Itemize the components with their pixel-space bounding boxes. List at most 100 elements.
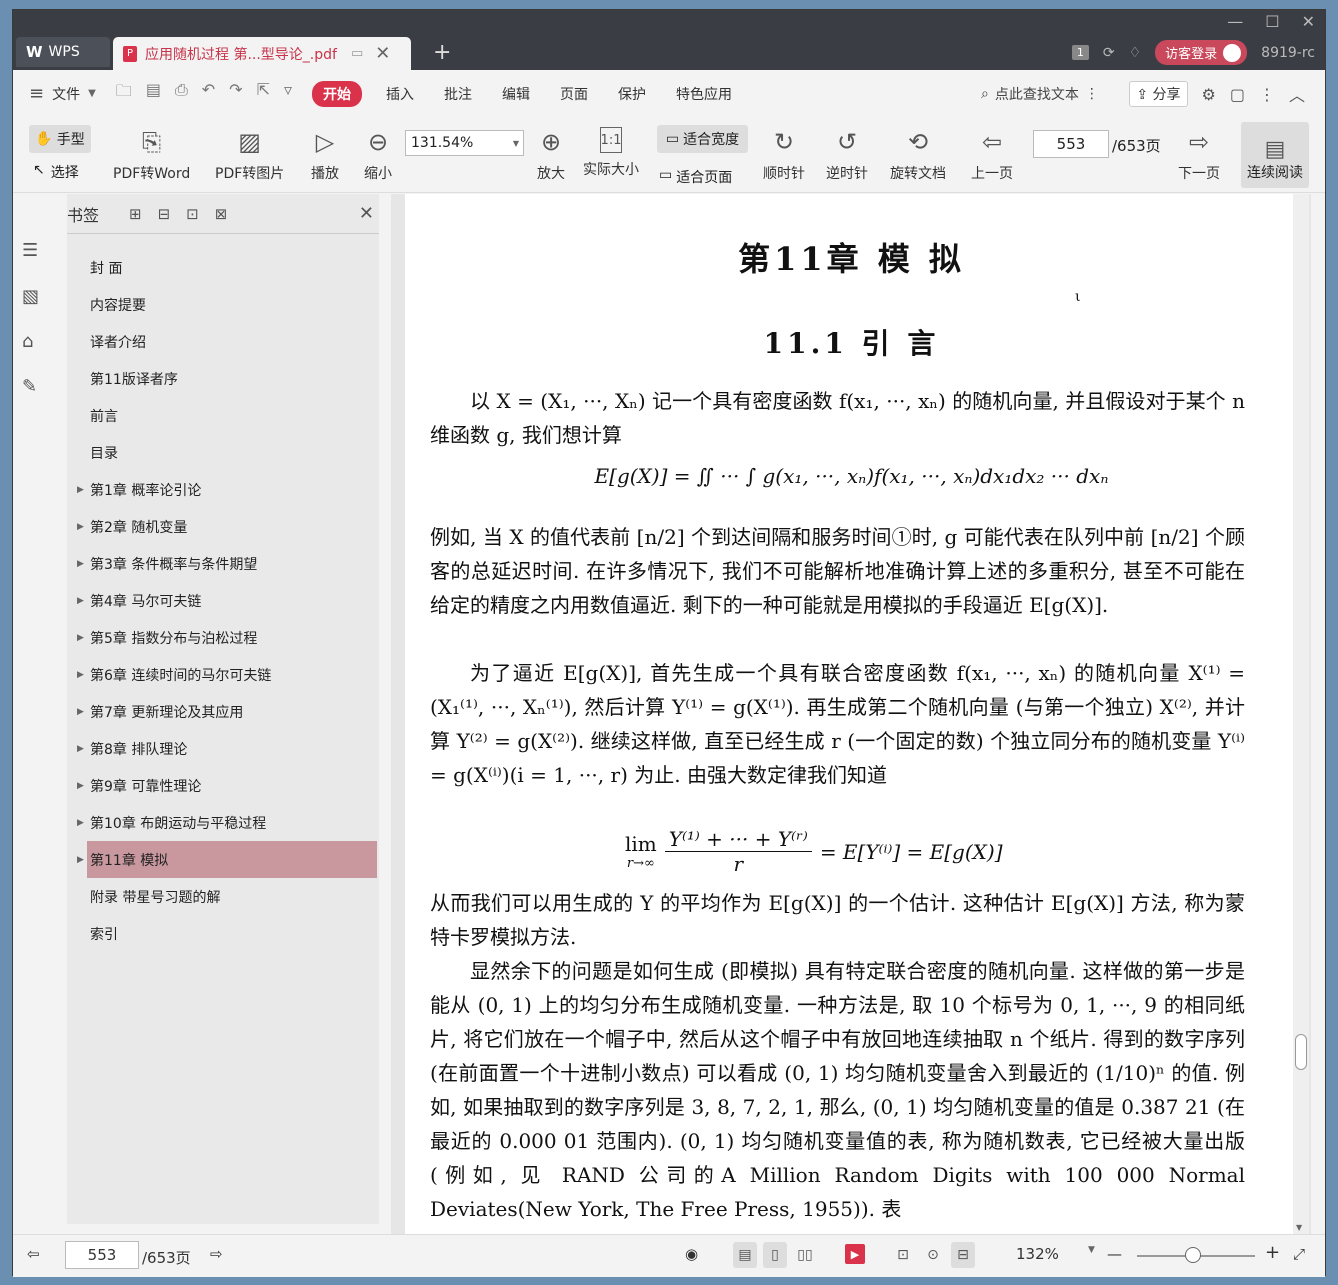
- fullscreen-icon[interactable]: ⤢: [1293, 1245, 1305, 1263]
- expand-arrow-icon[interactable]: ▶: [77, 596, 84, 606]
- more-menu-icon[interactable]: ⋮: [1259, 85, 1275, 104]
- thumbnail-image-icon[interactable]: ▧: [22, 286, 42, 307]
- bookmark-item[interactable]: 封 面: [87, 249, 377, 286]
- file-menu[interactable]: ≡ 文件 ▼: [29, 83, 96, 104]
- zoom-out-button[interactable]: ⊖ 缩小: [363, 127, 393, 183]
- bookmark-settings-icon[interactable]: ⊠: [215, 205, 228, 223]
- redo-icon[interactable]: ↷: [229, 80, 242, 107]
- tab-protect[interactable]: 保护: [618, 84, 646, 104]
- zoom-minus-icon[interactable]: —: [1107, 1245, 1122, 1263]
- zoom-slider-knob[interactable]: [1185, 1247, 1201, 1263]
- open-folder-icon[interactable]: 🗀: [116, 80, 132, 107]
- bookmark-item[interactable]: ▶ 第9章 可靠性理论: [77, 767, 377, 804]
- bookmark-item[interactable]: 内容提要: [87, 286, 377, 323]
- status-page-input[interactable]: 553: [65, 1241, 139, 1269]
- tab-edit[interactable]: 编辑: [502, 84, 530, 104]
- bookmark-item[interactable]: ▶ 第1章 概率论引论: [77, 471, 377, 508]
- document-tab[interactable]: P 应用随机过程 第...型导论_.pdf ▭ ✕: [113, 37, 411, 70]
- rotate-counterclockwise-button[interactable]: ↺ 逆时针: [826, 127, 868, 183]
- expand-arrow-icon[interactable]: ▶: [77, 818, 84, 828]
- expand-arrow-icon[interactable]: ▶: [77, 707, 84, 717]
- zoom-dropdown-icon[interactable]: ▼: [1088, 1245, 1095, 1255]
- expand-arrow-icon[interactable]: ▶: [77, 633, 84, 643]
- bookmark-item[interactable]: ▶ 第6章 连续时间的马尔可夫链: [77, 656, 377, 693]
- page-number-input[interactable]: 553: [1033, 130, 1109, 158]
- expand-arrow-icon[interactable]: ▶: [77, 855, 84, 865]
- window-count-badge[interactable]: 1: [1071, 45, 1089, 60]
- expand-arrow-icon[interactable]: ▶: [77, 485, 84, 495]
- share-button[interactable]: ⇪ 分享: [1129, 81, 1188, 107]
- expand-arrow-icon[interactable]: ▶: [77, 670, 84, 680]
- eye-protection-icon[interactable]: ◉: [685, 1245, 698, 1263]
- fit-page-status-icon[interactable]: ⊙: [921, 1242, 945, 1268]
- bookmark-item[interactable]: ▶ 第4章 马尔可夫链: [77, 582, 377, 619]
- print-icon[interactable]: ⎙: [175, 80, 188, 107]
- slideshow-play-icon[interactable]: ▶: [845, 1244, 865, 1264]
- close-panel-icon[interactable]: ✕: [359, 203, 374, 224]
- pin-tab-icon[interactable]: ▭: [351, 46, 363, 61]
- expand-arrow-icon[interactable]: ▶: [77, 559, 84, 569]
- tab-insert[interactable]: 插入: [386, 84, 414, 104]
- shirt-skin-icon[interactable]: ♢: [1129, 45, 1142, 61]
- add-tab-icon[interactable]: +: [433, 40, 451, 65]
- fit-page-button[interactable]: ▭ 适合页面: [659, 167, 732, 187]
- more-vertical-icon[interactable]: ⋮: [1085, 86, 1099, 102]
- bookmark-item[interactable]: ▶ 第10章 布朗运动与平稳过程: [77, 804, 377, 841]
- bookmark-item[interactable]: 前言: [87, 397, 377, 434]
- zoom-plus-icon[interactable]: +: [1265, 1242, 1280, 1263]
- tab-special-apps[interactable]: 特色应用: [676, 84, 732, 104]
- collapse-all-icon[interactable]: ⊟: [158, 205, 171, 223]
- next-page-button[interactable]: ⇨ 下一页: [1178, 127, 1220, 183]
- rotate-document-button[interactable]: ⟲ 旋转文档: [890, 127, 946, 183]
- select-tool-button[interactable]: ↖ 选择: [33, 162, 79, 182]
- pdf-to-word-button[interactable]: ⎘ PDF转Word: [113, 127, 190, 183]
- export-icon[interactable]: ⇱: [257, 80, 270, 107]
- comment-icon[interactable]: ▢: [1230, 85, 1245, 104]
- continuous-reading-button[interactable]: ▤ 连续阅读: [1241, 122, 1309, 188]
- scroll-down-arrow-icon[interactable]: ▼: [1296, 1223, 1302, 1232]
- expand-arrow-icon[interactable]: ▶: [77, 781, 84, 791]
- guest-login-button[interactable]: 访客登录: [1155, 40, 1248, 65]
- bookmark-item[interactable]: ▶ 第7章 更新理论及其应用: [77, 693, 377, 730]
- play-button[interactable]: ▷ 播放: [310, 127, 340, 183]
- expand-all-icon[interactable]: ⊞: [129, 205, 142, 223]
- sync-icon[interactable]: ⟳: [1103, 45, 1115, 61]
- fit-width-button[interactable]: ▭ 适合宽度: [657, 125, 748, 153]
- expand-arrow-icon[interactable]: ▶: [77, 522, 84, 532]
- hand-tool-button[interactable]: ✋ 手型: [29, 125, 91, 153]
- expand-arrow-icon[interactable]: ▶: [77, 744, 84, 754]
- zoom-percentage[interactable]: 132%: [1016, 1245, 1059, 1263]
- annotation-tag-icon[interactable]: ⌂: [22, 331, 42, 352]
- bookmark-item[interactable]: ▶ 第2章 随机变量: [77, 508, 377, 545]
- rotate-clockwise-button[interactable]: ↻ 顺时针: [763, 127, 805, 183]
- maximize-icon[interactable]: ☐: [1265, 12, 1279, 31]
- settings-gear-icon[interactable]: ⚙: [1202, 85, 1216, 104]
- prev-page-arrow-icon[interactable]: ⇦: [27, 1245, 40, 1263]
- next-page-arrow-icon[interactable]: ⇨: [210, 1245, 223, 1263]
- tab-annotate[interactable]: 批注: [444, 84, 472, 104]
- document-viewport[interactable]: 第11章 模 拟 ι 11.1 引 言 以 X = (X₁, ···, Xₙ) …: [391, 194, 1311, 1234]
- signature-icon[interactable]: ✎: [22, 376, 42, 397]
- minimize-icon[interactable]: —: [1227, 12, 1243, 31]
- undo-icon[interactable]: ↶: [202, 80, 215, 107]
- zoom-in-button[interactable]: ⊕ 放大: [536, 127, 566, 183]
- bookmark-item[interactable]: 附录 带星号习题的解: [87, 878, 377, 915]
- bookmark-item[interactable]: 目录: [87, 434, 377, 471]
- bookmark-item[interactable]: 第11版译者序: [87, 360, 377, 397]
- previous-page-button[interactable]: ⇦ 上一页: [971, 127, 1013, 183]
- bookmark-item[interactable]: 索引: [87, 915, 377, 952]
- continuous-view-icon[interactable]: ▤: [733, 1242, 757, 1268]
- close-tab-icon[interactable]: ✕: [375, 43, 390, 64]
- wps-home-tab[interactable]: W WPS: [16, 37, 110, 67]
- scrollbar-thumb[interactable]: [1295, 1034, 1307, 1070]
- bookmark-item[interactable]: ▶ 第5章 指数分布与泊松过程: [77, 619, 377, 656]
- collapse-ribbon-icon[interactable]: ︿: [1289, 82, 1305, 106]
- outline-list-icon[interactable]: ☰: [22, 240, 42, 261]
- single-page-view-icon[interactable]: ▯: [763, 1242, 787, 1268]
- bookmark-item[interactable]: 译者介绍: [87, 323, 377, 360]
- actual-size-status-icon[interactable]: ⊡: [891, 1242, 915, 1268]
- bookmark-item[interactable]: ▶ 第8章 排队理论: [77, 730, 377, 767]
- save-icon[interactable]: ▤: [146, 80, 161, 107]
- pdf-to-image-button[interactable]: ▨ PDF转图片: [215, 127, 284, 183]
- bookmark-item[interactable]: ▶ 第3章 条件概率与条件期望: [77, 545, 377, 582]
